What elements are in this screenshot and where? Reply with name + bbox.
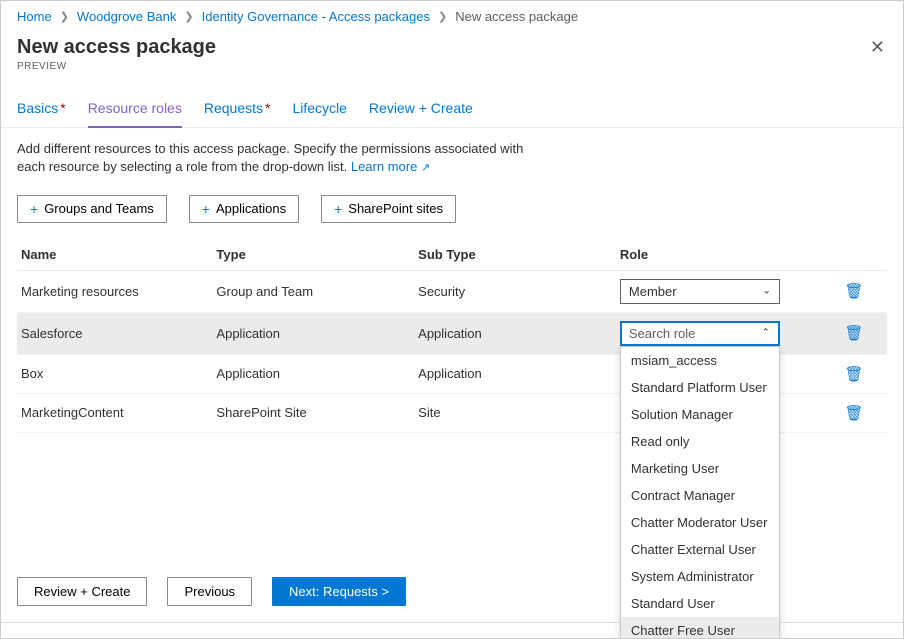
- preview-label: PREVIEW: [17, 61, 887, 72]
- role-option[interactable]: Marketing User: [621, 455, 779, 482]
- previous-button[interactable]: Previous: [167, 577, 252, 606]
- role-option[interactable]: Chatter External User: [621, 536, 779, 563]
- breadcrumb-current: New access package: [455, 9, 578, 24]
- delete-icon[interactable]: 🗑: [841, 322, 868, 344]
- breadcrumb-org[interactable]: Woodgrove Bank: [77, 9, 177, 24]
- role-option[interactable]: Chatter Free User: [621, 617, 779, 639]
- add-applications-button[interactable]: + Applications: [189, 195, 299, 223]
- learn-more-label: Learn more: [351, 159, 417, 174]
- role-dropdown[interactable]: msiam_accessStandard Platform UserSoluti…: [620, 346, 780, 639]
- cell-name: Salesforce: [17, 312, 212, 354]
- chevron-right-icon: ❯: [184, 10, 193, 23]
- role-option[interactable]: msiam_access: [621, 347, 779, 374]
- cell-name: Box: [17, 354, 212, 393]
- tab-basics-label: Basics: [17, 100, 58, 116]
- tab-resource-roles-label: Resource roles: [88, 100, 182, 116]
- cell-name: MarketingContent: [17, 393, 212, 432]
- tab-resource-roles[interactable]: Resource roles: [88, 100, 182, 128]
- plus-icon: +: [30, 201, 38, 217]
- page-title: New access package: [17, 36, 887, 59]
- role-select-value: Search role: [629, 326, 695, 341]
- add-sharepoint-button[interactable]: + SharePoint sites: [321, 195, 456, 223]
- external-link-icon: ↗: [421, 162, 430, 174]
- cell-type: Group and Team: [212, 270, 414, 312]
- tab-review[interactable]: Review + Create: [369, 100, 473, 127]
- tab-basics[interactable]: Basics*: [17, 100, 66, 127]
- tab-requests[interactable]: Requests*: [204, 100, 271, 127]
- breadcrumb-section[interactable]: Identity Governance - Access packages: [202, 9, 430, 24]
- delete-icon[interactable]: 🗑: [841, 280, 868, 302]
- add-applications-label: Applications: [216, 201, 286, 216]
- role-option[interactable]: System Administrator: [621, 563, 779, 590]
- cell-sub: Site: [414, 393, 616, 432]
- review-create-button[interactable]: Review + Create: [17, 577, 147, 606]
- plus-icon: +: [334, 201, 342, 217]
- description: Add different resources to this access p…: [1, 128, 561, 191]
- role-option[interactable]: Contract Manager: [621, 482, 779, 509]
- breadcrumb: Home ❯ Woodgrove Bank ❯ Identity Governa…: [1, 1, 903, 30]
- chevron-up-icon: ⌃: [762, 328, 770, 339]
- role-option[interactable]: Standard Platform User: [621, 374, 779, 401]
- description-text: Add different resources to this access p…: [17, 141, 523, 174]
- tab-lifecycle[interactable]: Lifecycle: [292, 100, 346, 127]
- close-icon[interactable]: ✕: [866, 34, 889, 60]
- col-name: Name: [17, 239, 212, 271]
- cell-sub: Application: [414, 312, 616, 354]
- resource-toolbar: + Groups and Teams + Applications + Shar…: [1, 191, 903, 239]
- tab-review-label: Review + Create: [369, 100, 473, 116]
- cell-sub: Security: [414, 270, 616, 312]
- role-select-value: Member: [629, 284, 677, 299]
- learn-more-link[interactable]: Learn more ↗: [351, 159, 430, 174]
- role-option[interactable]: Solution Manager: [621, 401, 779, 428]
- chevron-down-icon: ⌄: [763, 286, 771, 297]
- add-groups-button[interactable]: + Groups and Teams: [17, 195, 167, 223]
- table-row: Marketing resources Group and Team Secur…: [17, 270, 887, 312]
- next-button[interactable]: Next: Requests >: [272, 577, 406, 606]
- role-option[interactable]: Read only: [621, 428, 779, 455]
- breadcrumb-home[interactable]: Home: [17, 9, 52, 24]
- add-sharepoint-label: SharePoint sites: [348, 201, 443, 216]
- chevron-right-icon: ❯: [60, 10, 69, 23]
- role-option[interactable]: Chatter Moderator User: [621, 509, 779, 536]
- cell-type: Application: [212, 312, 414, 354]
- tabs: Basics* Resource roles Requests* Lifecyc…: [1, 78, 903, 128]
- cell-sub: Application: [414, 354, 616, 393]
- delete-icon[interactable]: 🗑: [841, 402, 868, 424]
- tab-requests-label: Requests: [204, 100, 263, 116]
- tab-lifecycle-label: Lifecycle: [292, 100, 346, 116]
- cell-name: Marketing resources: [17, 270, 212, 312]
- role-select[interactable]: Search role ⌃: [620, 321, 780, 346]
- add-groups-label: Groups and Teams: [44, 201, 154, 216]
- chevron-right-icon: ❯: [438, 10, 447, 23]
- role-select[interactable]: Member ⌄: [620, 279, 780, 304]
- col-role: Role: [616, 239, 837, 271]
- col-sub: Sub Type: [414, 239, 616, 271]
- role-option[interactable]: Standard User: [621, 590, 779, 617]
- plus-icon: +: [202, 201, 210, 217]
- delete-icon[interactable]: 🗑: [841, 363, 868, 385]
- col-type: Type: [212, 239, 414, 271]
- cell-type: SharePoint Site: [212, 393, 414, 432]
- cell-type: Application: [212, 354, 414, 393]
